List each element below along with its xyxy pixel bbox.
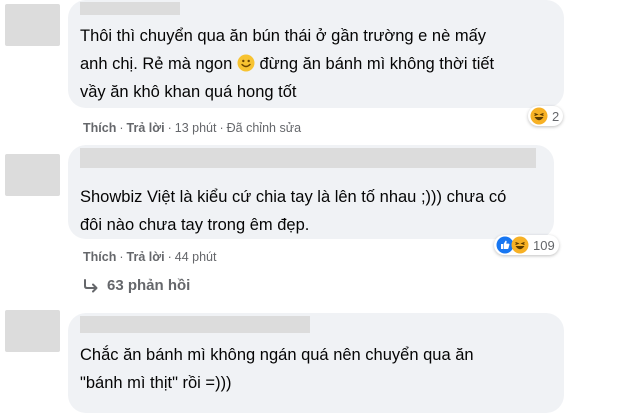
comment-text-line: Chắc ăn bánh mì không ngán quá nên chuyể… [80,346,474,364]
comment-actions: Thích · Trả lời · 44 phút [83,250,217,264]
reply-link[interactable]: Trả lời [127,121,165,135]
comment-text-line: vầy ăn khô khan quá hong tốt [80,83,297,101]
view-replies-link[interactable]: 63 phản hồi [83,277,190,294]
like-link[interactable]: Thích [83,250,116,264]
reaction-count: 2 [552,108,560,124]
reaction-summary[interactable]: 2 [528,106,564,126]
comment-text-line: "bánh mì thịt" rồi =))) [80,374,232,392]
reply-arrow-icon [84,278,98,292]
timestamp[interactable]: 13 phút [175,121,217,135]
timestamp[interactable]: 44 phút [175,250,217,264]
comment-actions: Thích · Trả lời · 13 phút · Đã chỉnh sửa [83,121,302,135]
commenter-name-redacted[interactable] [80,2,180,15]
comment-bubble: Chắc ăn bánh mì không ngán quá nên chuyể… [68,313,564,413]
reply-link[interactable]: Trả lời [127,250,165,264]
like-link[interactable]: Thích [83,121,116,135]
commenter-name-redacted[interactable] [80,148,536,168]
comment-text-line: Thôi thì chuyển qua ăn bún thái ở gần tr… [80,27,487,45]
reaction-count: 109 [533,237,555,253]
comment-bubble: Showbiz Việt là kiểu cứ chia tay là lên … [68,145,554,239]
haha-icon [511,236,529,254]
commenter-name-redacted[interactable] [80,316,310,333]
haha-icon [530,107,548,125]
comment-text-line: anh chị. Rẻ mà ngon đừng ăn bánh mì khôn… [80,52,494,79]
avatar[interactable] [5,4,60,46]
avatar[interactable] [5,154,60,196]
replies-count-label: 63 phản hồi [107,277,191,294]
avatar[interactable] [5,310,60,352]
smiling-face-icon [237,54,255,79]
edited-label: Đã chỉnh sửa [226,121,302,135]
comment-bubble: Thôi thì chuyển qua ăn bún thái ở gần tr… [68,0,564,108]
comment-text-line: Showbiz Việt là kiểu cứ chia tay là lên … [80,188,507,206]
comment-text-line: đôi nào chưa tay trong êm đẹp. [80,216,310,234]
reaction-summary[interactable]: 109 [494,235,559,255]
